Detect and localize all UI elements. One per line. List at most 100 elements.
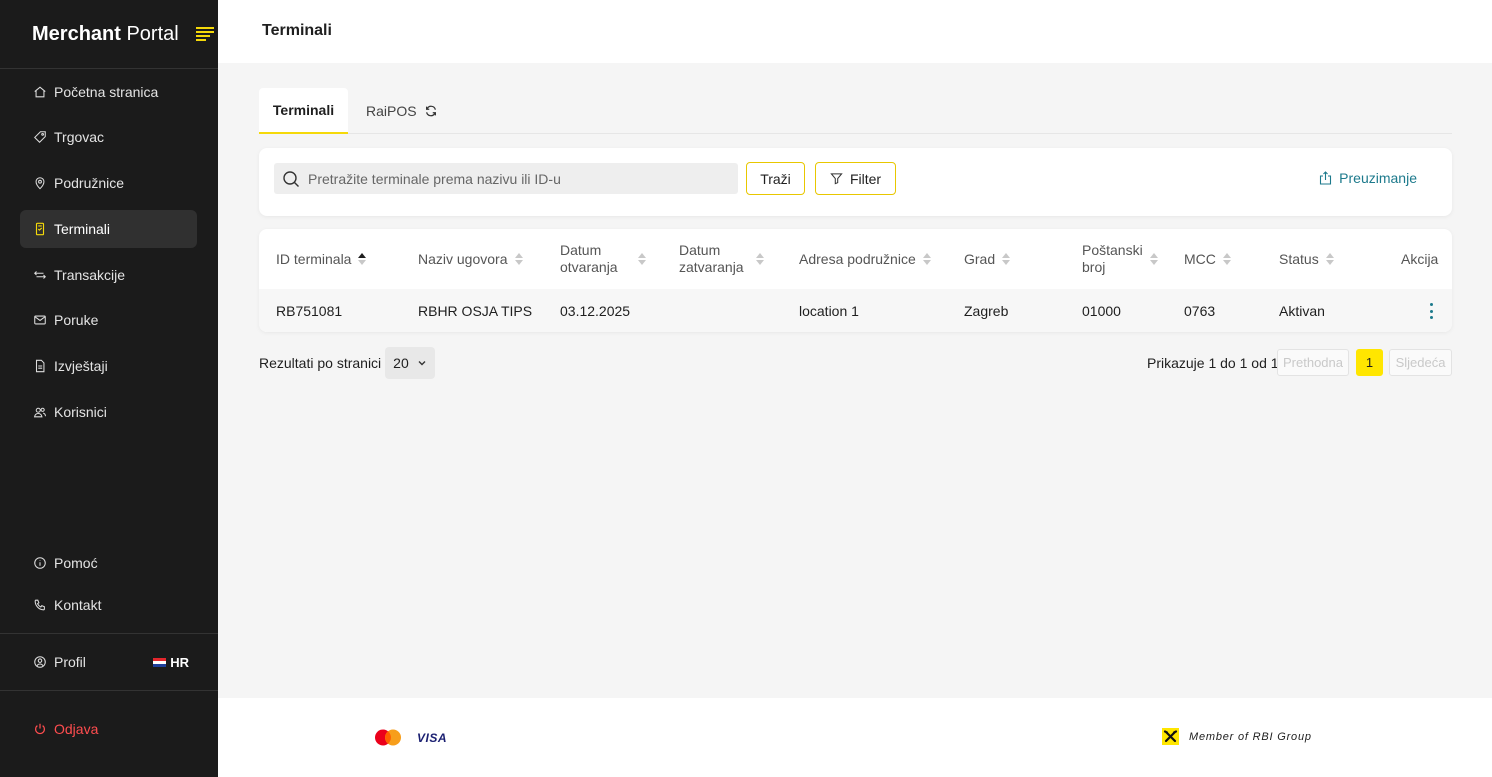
download-export-icon [1320,171,1332,185]
sidebar-divider [0,690,218,691]
power-icon [35,723,45,735]
download-label: Preuzimanje [1339,170,1417,186]
column-label-line1: Poštanski [1082,242,1143,258]
column-label-line2: otvaranja [560,259,618,275]
column-label: Grad [964,250,996,267]
refresh-icon[interactable] [424,104,438,118]
language-switch[interactable]: HR [153,655,189,670]
column-label: Datum otvaranja [560,242,618,276]
sidebar-item-kontakt[interactable]: Kontakt [20,586,197,624]
info-icon [34,557,46,569]
tag-icon [34,131,46,143]
rbi-member: Member of RBI Group [1162,728,1312,745]
previous-page-button[interactable]: Prethodna [1277,349,1349,376]
column-label: Adresa podružnice [799,250,916,267]
column-label-line1: Datum [560,242,602,258]
rows-per-page-value: 20 [393,355,409,371]
sort-icon [922,253,931,265]
croatia-flag-icon [153,657,167,667]
column-header-datum-zatvaranja[interactable]: Datum zatvaranja [679,229,764,289]
sidebar-item-podruznice[interactable]: Podružnice [20,164,197,202]
sidebar-item-transakcije[interactable]: Transakcije [20,256,197,294]
tab-raipos[interactable]: RaiPOS [366,88,438,134]
rows-per-page: Rezultati po stranici 20 [259,347,436,379]
sort-icon [1222,253,1231,265]
language-label: HR [170,654,189,670]
sidebar-item-label: Terminali [54,221,111,237]
raiffeisen-logo-icon [1162,728,1179,745]
column-label-line1: Datum [679,242,721,258]
cell-status: Aktivan [1279,302,1325,319]
search-field[interactable] [274,163,738,194]
search-button[interactable]: Traži [746,162,805,195]
transfer-arrows-icon [34,271,46,279]
sidebar-item-label: Trgovac [54,129,105,145]
visa-logo: VISA [417,731,448,745]
menu-toggle-icon[interactable] [195,27,214,41]
home-icon [34,86,46,98]
user-circle-icon [34,656,46,668]
column-label-line2: zatvaranja [679,259,744,275]
sidebar-item-izvjestaji[interactable]: Izvještaji [20,347,197,385]
next-page-button[interactable]: Sljedeća [1389,349,1452,376]
filter-icon [830,173,843,185]
column-label: ID terminala [276,250,352,267]
table-row[interactable]: RB751081 RBHR OSJA TIPS 03.12.2025 locat… [259,289,1452,332]
column-header-naziv[interactable]: Naziv ugovora [418,229,523,289]
sidebar: Merchant Portal Početna stranica Trgovac… [0,0,218,777]
column-label: Status [1279,250,1319,267]
sidebar-item-pomoc[interactable]: Pomoć [20,544,197,582]
cell-postanski-broj: 01000 [1082,302,1121,319]
sort-icon [638,253,646,265]
cell-naziv-ugovora: RBHR OSJA TIPS [418,302,533,319]
cell-grad: Zagreb [964,302,1009,319]
sidebar-item-label: Pomoć [54,555,98,571]
column-header-adresa[interactable]: Adresa podružnice [799,229,931,289]
column-header-postanski-broj[interactable]: Poštanski broj [1082,229,1158,289]
location-pin-icon [35,177,45,190]
document-icon [35,359,45,373]
cell-adresa: location 1 [799,302,859,319]
cell-mcc: 0763 [1184,302,1216,319]
users-icon [33,407,47,418]
sidebar-item-label: Izvještaji [54,358,108,374]
sidebar-item-label: Kontakt [54,597,102,613]
column-label-line2: broj [1082,259,1106,275]
column-header-id[interactable]: ID terminala [276,229,367,289]
filter-button[interactable]: Filter [815,162,896,195]
sidebar-item-label: Transakcije [54,267,126,283]
mastercard-logo-icon [375,729,401,746]
sidebar-item-pocetna[interactable]: Početna stranica [20,73,197,111]
search-input[interactable] [308,170,728,187]
page-number-button[interactable]: 1 [1356,349,1383,376]
profile-label: Profil [54,654,86,670]
sidebar-item-label: Podružnice [54,175,125,191]
sidebar-item-label: Poruke [54,312,99,328]
tab-terminali[interactable]: Terminali [259,88,348,134]
terminal-icon [35,222,45,236]
row-actions-kebab-icon[interactable] [1428,303,1434,319]
tab-bar: Terminali RaiPOS [259,88,1452,134]
cell-datum-otvaranja: 03.12.2025 [560,302,631,319]
sidebar-item-poruke[interactable]: Poruke [20,301,197,339]
column-label: Poštanski broj [1082,242,1143,276]
column-header-grad[interactable]: Grad [964,229,1011,289]
sort-icon [1149,253,1158,265]
column-header-mcc[interactable]: MCC [1184,229,1231,289]
logout-button[interactable]: Odjava [20,710,98,748]
column-header-datum-otvaranja[interactable]: Datum otvaranja [560,229,646,289]
sidebar-item-terminali[interactable]: Terminali [20,210,197,248]
download-button[interactable]: Preuzimanje [1319,170,1417,186]
phone-icon [34,599,45,611]
rows-per-page-select[interactable]: 20 [385,347,436,379]
column-label: Akcija [1401,250,1439,267]
column-header-akcija: Akcija [1401,229,1438,289]
sidebar-profile[interactable]: Profil HR [20,643,197,681]
sort-asc-icon [358,253,367,265]
sidebar-item-korisnici[interactable]: Korisnici [20,393,197,431]
footer: VISA Member of RBI Group [218,698,1492,777]
sidebar-item-trgovac[interactable]: Trgovac [20,118,197,156]
column-header-status[interactable]: Status [1279,229,1334,289]
terminals-table: ID terminala Naziv ugovora Datum otvaranj… [259,229,1452,332]
chevron-down-icon [418,361,426,366]
